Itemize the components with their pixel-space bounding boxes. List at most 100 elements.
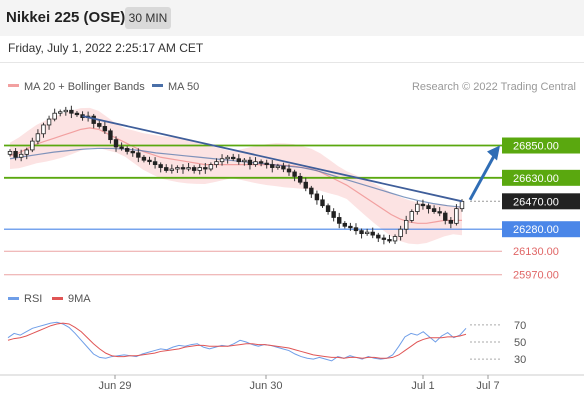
candle-down — [281, 165, 286, 170]
candle-up — [459, 200, 465, 210]
candle-down — [203, 167, 208, 170]
candle-down — [420, 203, 426, 207]
candle-down — [353, 227, 359, 232]
candle-down — [303, 181, 308, 189]
candle-down — [376, 234, 381, 239]
candle-up — [253, 161, 258, 166]
candle-down — [381, 237, 387, 240]
candle-up — [35, 133, 41, 142]
candle-up — [398, 228, 403, 237]
candle-down — [320, 199, 325, 207]
candle-down — [258, 161, 264, 164]
candle-down — [102, 126, 108, 132]
candle-down — [180, 167, 186, 170]
candle-down — [270, 164, 275, 168]
candle-down — [443, 212, 448, 221]
legend-label: MA 50 — [168, 81, 199, 93]
candle-down — [247, 159, 253, 166]
candle-up — [208, 164, 214, 170]
rsi-legend-label: RSI — [24, 293, 42, 305]
candle-down — [286, 168, 292, 173]
candle-down — [119, 146, 124, 149]
candle-up — [454, 208, 459, 224]
candle-up — [41, 124, 46, 135]
candle-down — [136, 152, 141, 158]
candle-down — [370, 231, 375, 236]
candle-down — [264, 162, 269, 166]
candle-up — [364, 231, 370, 235]
support-label: 26130.00 — [513, 246, 559, 258]
candle-down — [191, 167, 197, 171]
rsi-legend-swatch — [52, 297, 63, 300]
candle-down — [158, 164, 163, 168]
candle-down — [113, 139, 119, 148]
candle-up — [197, 167, 202, 171]
candle-up — [63, 109, 69, 113]
candle-up — [403, 219, 409, 230]
legend-label: MA 20 + Bollinger Bands — [24, 81, 145, 93]
candle-up — [52, 112, 57, 120]
candle-down — [448, 219, 454, 224]
candle-up — [392, 236, 398, 242]
candle-up — [7, 150, 13, 155]
rsi-legend-swatch — [8, 297, 19, 300]
candle-up — [186, 167, 191, 170]
candle-up — [58, 111, 63, 114]
x-tick-label: Jun 29 — [98, 380, 131, 392]
rsi-ma-line — [7, 322, 467, 359]
candle-down — [309, 187, 314, 195]
candle-up — [409, 211, 414, 221]
candle-up — [24, 149, 29, 155]
candle-down — [437, 211, 442, 214]
candle-down — [337, 217, 342, 224]
rsi-legend-label: 9MA — [68, 293, 91, 305]
rsi-level-label: 50 — [514, 337, 526, 349]
candle-down — [342, 222, 348, 227]
candle-down — [431, 208, 437, 212]
last-price-label: 26470.00 — [513, 196, 559, 208]
candle-down — [108, 130, 113, 141]
candle-down — [231, 156, 236, 160]
projection-arrow-shaft — [468, 149, 499, 201]
candle-up — [30, 140, 35, 151]
candle-down — [69, 109, 74, 114]
candle-up — [242, 159, 247, 163]
price-chart: MA 20 + Bollinger Bands MA 50 Research © 2… — [0, 81, 584, 392]
candle-up — [275, 165, 281, 168]
candle-down — [348, 225, 353, 229]
legend-swatch — [152, 84, 163, 87]
rsi-level-label: 70 — [514, 320, 526, 332]
support-label: 25970.00 — [513, 270, 559, 282]
candle-down — [426, 205, 431, 210]
x-tick-label: Jul 1 — [411, 380, 434, 392]
candle-down — [130, 150, 135, 154]
candle-down — [124, 148, 130, 152]
source-credit: Research © 2022 Trading Central — [412, 81, 576, 93]
candle-down — [359, 230, 364, 235]
candle-down — [297, 175, 303, 183]
candle-down — [141, 156, 147, 161]
candle-up — [175, 167, 180, 170]
candle-up — [46, 118, 52, 126]
legend-swatch — [8, 84, 19, 87]
candle-down — [97, 123, 102, 127]
candle-down — [314, 193, 320, 201]
candle-down — [387, 239, 392, 242]
candle-down — [164, 167, 169, 171]
candle-down — [292, 171, 297, 177]
candle-down — [74, 112, 80, 116]
candle-up — [219, 158, 225, 163]
resistance-label: 26850.00 — [513, 141, 559, 153]
candle-down — [236, 158, 241, 163]
resistance-label: 26630.00 — [513, 173, 559, 185]
x-tick-label: Jun 30 — [249, 380, 282, 392]
pivot-label: 26280.00 — [513, 224, 559, 236]
candle-down — [325, 205, 331, 212]
candle-up — [415, 203, 420, 212]
candle-down — [152, 161, 158, 166]
bollinger-band — [10, 107, 462, 245]
rsi-level-label: 30 — [514, 354, 526, 366]
candle-down — [13, 150, 18, 158]
candle-up — [18, 153, 24, 158]
candle-up — [225, 156, 230, 160]
